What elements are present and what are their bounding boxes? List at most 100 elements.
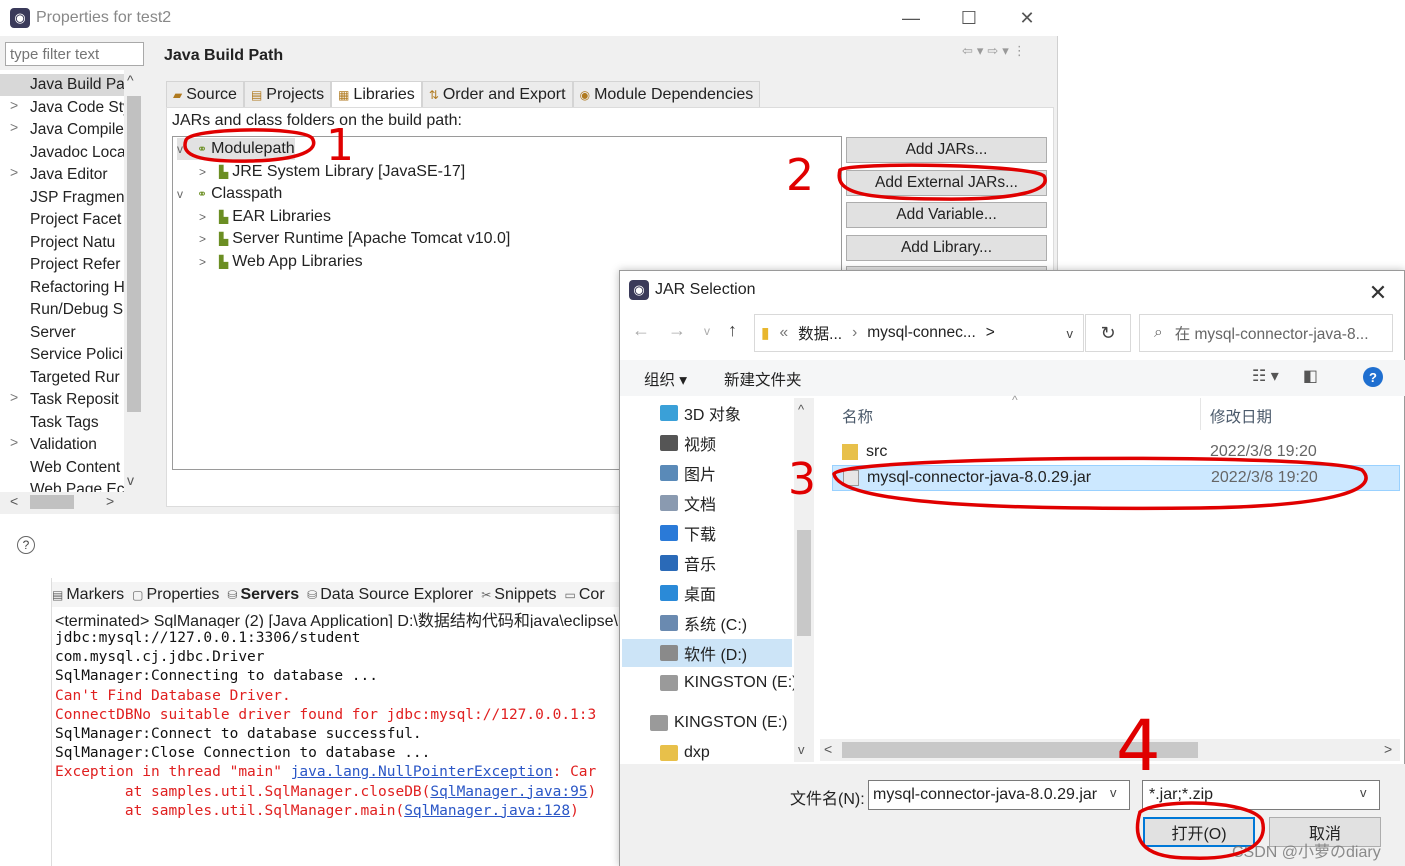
forward-icon[interactable]: → — [668, 320, 686, 341]
help-icon[interactable]: ? — [17, 536, 35, 554]
nav-scroll-thumb[interactable] — [127, 96, 141, 412]
up-icon[interactable]: ↑ — [728, 320, 737, 341]
search-box[interactable]: ⌕ 在 mysql-connector-java-8... — [1139, 314, 1393, 352]
nav-item[interactable]: Java Build Pa — [0, 74, 124, 96]
tree-node[interactable]: v ⚭ Classpath — [177, 183, 282, 205]
organize-menu[interactable]: 组织 ▾ — [644, 368, 687, 390]
sidebar-item[interactable]: 3D 对象 — [660, 399, 741, 427]
scroll-left-icon[interactable]: < — [10, 493, 18, 509]
nav-item[interactable]: Javadoc Loca — [0, 142, 124, 164]
chevron-down-icon[interactable]: v — [1360, 785, 1367, 800]
chevron-right-icon[interactable]: > — [199, 255, 213, 269]
scroll-up-icon[interactable]: ^ — [798, 402, 804, 417]
console-tab[interactable]: ▭ Cor — [565, 586, 605, 604]
tab-order-and-export[interactable]: ⇅ Order and Export — [421, 81, 573, 107]
sidebar-item[interactable]: 系统 (C:) — [660, 609, 747, 637]
refresh-button[interactable]: ↻ — [1085, 314, 1131, 352]
sidebar-item[interactable]: 视频 — [660, 429, 716, 457]
chevron-down-icon[interactable]: v — [177, 187, 191, 201]
sidebar-scroll-thumb[interactable] — [797, 530, 811, 636]
add-button[interactable]: Add External JARs... — [846, 169, 1047, 196]
tree-node[interactable]: > ▙ Server Runtime [Apache Tomcat v10.0] — [199, 228, 510, 250]
chevron-right-icon[interactable]: > — [10, 97, 24, 113]
address-part-1[interactable]: 数据... — [798, 322, 842, 344]
chevron-right-icon[interactable]: > — [10, 164, 24, 180]
history-nav-icons[interactable]: ⇦▾⇨▾⋮ — [962, 43, 1030, 59]
preview-pane-icon[interactable]: ◧ — [1303, 366, 1318, 386]
stack-link[interactable]: java.lang.NullPointerException — [291, 764, 553, 780]
sidebar-item[interactable]: 音乐 — [660, 549, 716, 577]
nav-item[interactable]: > Task Reposit — [0, 389, 124, 411]
chevron-down-icon[interactable]: v — [177, 142, 191, 156]
tab-projects[interactable]: ▤ Projects — [243, 81, 332, 107]
console-tab[interactable]: ▤ Markers — [52, 586, 124, 604]
sidebar-item[interactable]: KINGSTON (E:) — [660, 669, 798, 697]
column-date[interactable]: 修改日期 — [1210, 405, 1272, 427]
file-row[interactable]: mysql-connector-java-8.0.29.jar 2022/3/8 … — [832, 465, 1400, 491]
scroll-down-icon[interactable]: v — [127, 472, 134, 488]
sidebar-item[interactable]: 文档 — [660, 489, 716, 517]
tree-node[interactable]: v ⚭ Modulepath — [177, 138, 295, 160]
nav-item[interactable]: Targeted Rur — [0, 367, 124, 389]
nav-item[interactable]: Web Content — [0, 457, 124, 479]
recent-dropdown-icon[interactable]: v — [704, 324, 710, 338]
maximize-button[interactable]: ☐ — [946, 0, 992, 36]
chevron-right-icon[interactable]: > — [10, 389, 24, 405]
tab-libraries[interactable]: ▦ Libraries — [331, 81, 422, 108]
nav-item[interactable]: Project Natu — [0, 232, 124, 254]
tab-module-dependencies[interactable]: ◉ Module Dependencies — [572, 81, 761, 107]
scroll-right-icon[interactable]: > — [106, 493, 114, 509]
address-part-2[interactable]: mysql-connec... — [867, 324, 976, 342]
chevron-right-icon[interactable]: > — [199, 232, 213, 246]
nav-item[interactable]: Task Tags — [0, 412, 124, 434]
filename-input[interactable]: mysql-connector-java-8.0.29.jar — [868, 780, 1130, 810]
close-button[interactable]: ✕ — [1004, 0, 1050, 36]
sidebar-item[interactable]: dxp — [660, 739, 710, 767]
nav-item[interactable]: > Java Compile — [0, 119, 124, 141]
scroll-up-icon[interactable]: ^ — [127, 72, 134, 88]
scroll-left-icon[interactable]: < — [824, 741, 832, 757]
chevron-right-icon[interactable]: > — [199, 210, 213, 224]
address-part-3[interactable]: > — [986, 324, 995, 342]
sidebar-item[interactable]: 软件 (D:) — [622, 639, 792, 667]
chevron-right-icon[interactable]: > — [199, 165, 213, 179]
nav-item[interactable]: Project Refer — [0, 254, 124, 276]
dialog-close-button[interactable]: ✕ — [1358, 278, 1398, 308]
back-icon[interactable]: ← — [632, 320, 650, 341]
add-button[interactable]: Add Variable... — [846, 202, 1047, 229]
address-bar[interactable]: ▮ « 数据... › mysql-connec... > v — [754, 314, 1084, 352]
view-options-icon[interactable]: ☷ ▾ — [1252, 366, 1279, 386]
console-tab[interactable]: ▢ Properties — [132, 586, 219, 604]
nav-item[interactable]: Service Polici — [0, 344, 124, 366]
file-row[interactable]: src 2022/3/8 19:20 — [832, 439, 1400, 465]
nav-item[interactable]: JSP Fragmen — [0, 187, 124, 209]
sidebar-item[interactable]: 桌面 — [660, 579, 716, 607]
nav-hscroll-thumb[interactable] — [30, 495, 74, 509]
chevron-right-icon[interactable]: > — [10, 119, 24, 135]
tree-node[interactable]: > ▙ Web App Libraries — [199, 251, 363, 273]
sidebar-item[interactable]: 图片 — [660, 459, 716, 487]
console-tab[interactable]: ✂ Snippets — [481, 586, 556, 604]
stack-link[interactable]: SqlManager.java:95 — [430, 784, 587, 800]
minimize-button[interactable]: — — [888, 0, 934, 36]
dialog-help-icon[interactable]: ? — [1363, 367, 1383, 387]
console-tab[interactable]: ⛁ Data Source Explorer — [307, 586, 473, 604]
tree-node[interactable]: > ▙ EAR Libraries — [199, 206, 331, 228]
column-divider[interactable] — [1200, 398, 1201, 430]
nav-item[interactable]: Server — [0, 322, 124, 344]
nav-item[interactable]: Run/Debug S — [0, 299, 124, 321]
file-hscroll-thumb[interactable] — [842, 742, 1198, 758]
nav-item[interactable]: > Java Editor — [0, 164, 124, 186]
nav-item[interactable]: Refactoring H — [0, 277, 124, 299]
sidebar-item[interactable]: 下载 — [660, 519, 716, 547]
new-folder-button[interactable]: 新建文件夹 — [724, 368, 802, 390]
console-tab[interactable]: ⛁ Servers — [227, 586, 299, 604]
nav-item[interactable]: > Java Code Sty — [0, 97, 124, 119]
stack-link[interactable]: SqlManager.java:128 — [404, 803, 570, 819]
filetype-select[interactable]: *.jar;*.zip — [1142, 780, 1380, 810]
chevron-down-icon[interactable]: v — [1110, 785, 1117, 800]
nav-item[interactable]: > Validation — [0, 434, 124, 456]
tab-source[interactable]: ▰ Source — [166, 81, 244, 107]
scroll-right-icon[interactable]: > — [1384, 741, 1392, 757]
add-button[interactable]: Add JARs... — [846, 137, 1047, 163]
